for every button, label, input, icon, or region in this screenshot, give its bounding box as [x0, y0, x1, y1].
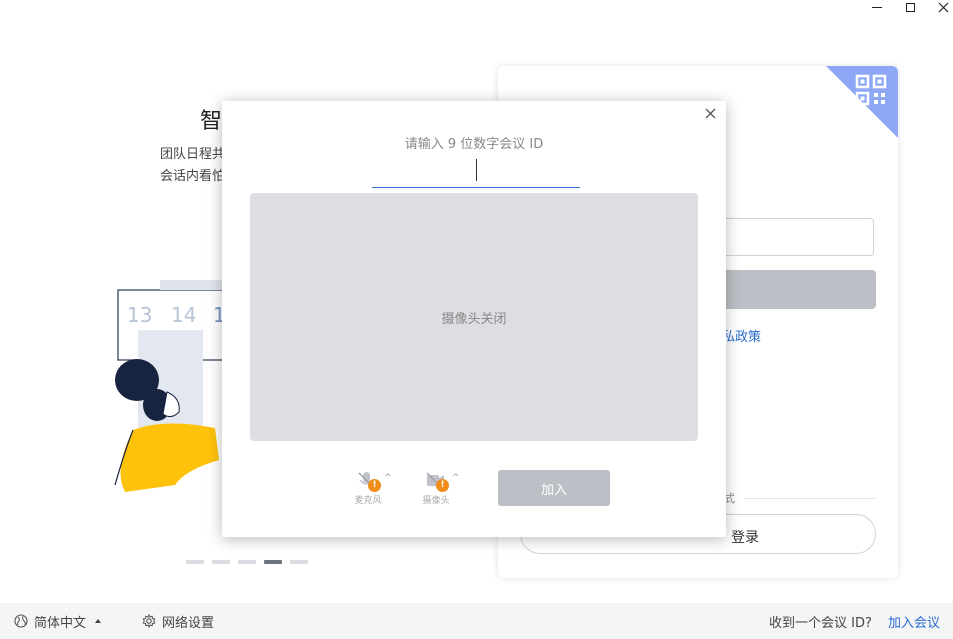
- carousel-dots: [186, 560, 308, 564]
- meeting-id-prompt: 请输入 9 位数字会议 ID: [404, 137, 544, 152]
- camera-label: 摄像头: [422, 496, 450, 506]
- network-settings-button[interactable]: 网络设置: [142, 603, 214, 639]
- carousel-dot[interactable]: [238, 560, 256, 564]
- phone-input[interactable]: [714, 218, 874, 256]
- close-icon: [705, 108, 715, 119]
- text-cursor: [476, 159, 477, 181]
- caret-up-icon[interactable]: ^: [452, 473, 460, 483]
- wechat-login-label: 登录: [731, 530, 759, 546]
- promo-title: 智: [200, 109, 223, 134]
- caret-up-icon: [95, 619, 102, 623]
- close-icon: [938, 2, 948, 12]
- join-meeting-dialog: 请输入 9 位数字会议 ID 摄像头关闭 ! ^ 麦克风 ! ^ 摄像头 加入: [222, 101, 726, 537]
- carousel-dot[interactable]: [290, 560, 308, 564]
- meeting-id-question: 收到一个会议 ID?: [769, 615, 872, 631]
- maximize-icon: [905, 2, 915, 12]
- camera-off-text: 摄像头关闭: [441, 311, 507, 327]
- bottom-bar: 简体中文 网络设置 收到一个会议 ID? 加入会议: [0, 603, 953, 639]
- caret-up-icon[interactable]: ^: [384, 473, 392, 483]
- globe-icon: [14, 614, 28, 628]
- qr-code-icon[interactable]: [826, 66, 898, 138]
- network-settings-label: 网络设置: [162, 615, 215, 631]
- warning-icon: !: [368, 479, 381, 492]
- carousel-dot[interactable]: [212, 560, 230, 564]
- carousel-dot[interactable]: [186, 560, 204, 564]
- language-label: 简体中文: [34, 615, 87, 631]
- promo-description: 团队日程共 会话内看怕: [160, 144, 230, 188]
- join-meeting-link[interactable]: 加入会议: [888, 603, 940, 639]
- minimize-icon: [872, 6, 882, 8]
- divider: [744, 498, 876, 499]
- window-close-button[interactable]: [928, 0, 953, 14]
- gear-icon: [142, 614, 156, 628]
- privacy-policy-link[interactable]: 私政策: [722, 326, 761, 345]
- dialog-close-button[interactable]: [702, 106, 718, 122]
- language-selector[interactable]: 简体中文: [14, 603, 102, 639]
- warning-icon: !: [436, 479, 449, 492]
- carousel-dot-active[interactable]: [264, 560, 282, 564]
- login-button[interactable]: [714, 270, 876, 309]
- minimize-button[interactable]: [862, 0, 892, 14]
- promo-desc-line: 会话内看怕: [160, 169, 226, 184]
- promo-desc-line: 团队日程共: [160, 147, 226, 162]
- maximize-button[interactable]: [895, 0, 925, 14]
- calendar-day: 13: [127, 303, 152, 327]
- microphone-label: 麦克风: [354, 496, 382, 506]
- microphone-toggle[interactable]: ! ^ 麦克风: [348, 471, 392, 506]
- promo-illustration: 13 14 1: [114, 280, 230, 492]
- join-button[interactable]: 加入: [498, 470, 610, 506]
- calendar-day: 14: [171, 303, 196, 327]
- camera-preview: 摄像头关闭: [250, 193, 698, 441]
- camera-toggle[interactable]: ! ^ 摄像头: [416, 471, 460, 506]
